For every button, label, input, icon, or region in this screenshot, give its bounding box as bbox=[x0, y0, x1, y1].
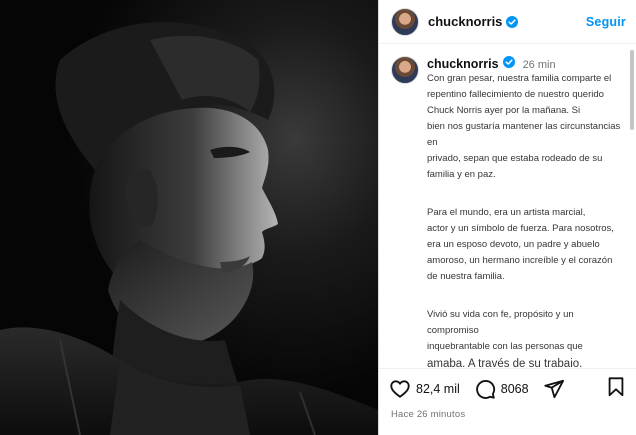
avatar[interactable] bbox=[391, 7, 419, 36]
caption-paragraph: Vivió su vida con fe, propósito y un com… bbox=[427, 307, 624, 367]
caption-line: era un esposo devoto, un padre y abuelo bbox=[427, 239, 600, 250]
follow-button[interactable]: Seguir bbox=[586, 15, 626, 29]
caption-line: actor y un símbolo de fuerza. Para nosot… bbox=[427, 223, 614, 234]
caption-line: repentino fallecimiento de nuestro queri… bbox=[427, 89, 604, 100]
caption-username[interactable]: chucknorris bbox=[427, 57, 499, 71]
caption-line: privado, sepan que estaba rodeado de su bbox=[427, 153, 603, 164]
verified-badge-icon bbox=[502, 56, 515, 68]
post-header: chucknorris Seguir bbox=[379, 0, 636, 44]
caption-text: Con gran pesar, nuestra familia comparte… bbox=[427, 71, 624, 367]
caption-line: Con gran pesar, nuestra familia comparte… bbox=[427, 73, 612, 84]
heart-icon bbox=[390, 380, 410, 398]
comment-button[interactable] bbox=[474, 378, 496, 400]
scrollbar-thumb[interactable] bbox=[630, 50, 634, 130]
save-button[interactable] bbox=[606, 376, 626, 403]
caption-avatar[interactable] bbox=[391, 56, 419, 84]
like-button[interactable] bbox=[389, 378, 411, 400]
post-photo[interactable] bbox=[0, 0, 378, 435]
caption-line: amoroso, un hermano increíble y el coraz… bbox=[427, 255, 613, 266]
bookmark-icon bbox=[608, 376, 624, 396]
likes-count[interactable]: 82,4 mil bbox=[416, 382, 460, 396]
header-username[interactable]: chucknorris bbox=[428, 14, 502, 29]
caption-head: chucknorris 26 min bbox=[427, 56, 624, 71]
portrait-image bbox=[0, 0, 378, 435]
post-side-panel: chucknorris Seguir chucknorris 26 min Co… bbox=[378, 0, 636, 435]
verified-badge-icon bbox=[506, 15, 519, 28]
action-row: 82,4 mil 8068 bbox=[389, 369, 626, 409]
scrollbar[interactable] bbox=[630, 50, 634, 360]
paper-plane-icon bbox=[543, 379, 564, 399]
comment-bubble-icon bbox=[476, 380, 495, 399]
caption-line: amaba. A través de su trabajo, bbox=[427, 358, 583, 367]
caption-line: inquebrantable con las personas que bbox=[427, 341, 583, 352]
comments-count[interactable]: 8068 bbox=[501, 382, 529, 396]
caption-paragraph: Con gran pesar, nuestra familia comparte… bbox=[427, 71, 624, 183]
caption-line: Chuck Norris ayer por la mañana. Si bbox=[427, 105, 581, 116]
caption-line: de nuestra familia. bbox=[427, 271, 505, 282]
caption-time[interactable]: 26 min bbox=[523, 59, 556, 71]
caption-line: bien nos gustaría mantener las circunsta… bbox=[427, 121, 621, 148]
caption-row: chucknorris 26 min Con gran pesar, nuest… bbox=[391, 56, 624, 367]
caption-line: familia y en paz. bbox=[427, 169, 496, 180]
caption-line: Para el mundo, era un artista marcial, bbox=[427, 207, 586, 218]
caption-area: chucknorris 26 min Con gran pesar, nuest… bbox=[379, 45, 636, 367]
caption-paragraph: Para el mundo, era un artista marcial, ac… bbox=[427, 205, 624, 285]
caption-line: Vivió su vida con fe, propósito y un com… bbox=[427, 309, 574, 336]
caption-body: chucknorris 26 min Con gran pesar, nuest… bbox=[427, 56, 624, 367]
action-bar: 82,4 mil 8068 Hace 26 minutos bbox=[379, 368, 636, 435]
post-timestamp[interactable]: Hace 26 minutos bbox=[391, 409, 626, 420]
share-button[interactable] bbox=[543, 378, 565, 400]
